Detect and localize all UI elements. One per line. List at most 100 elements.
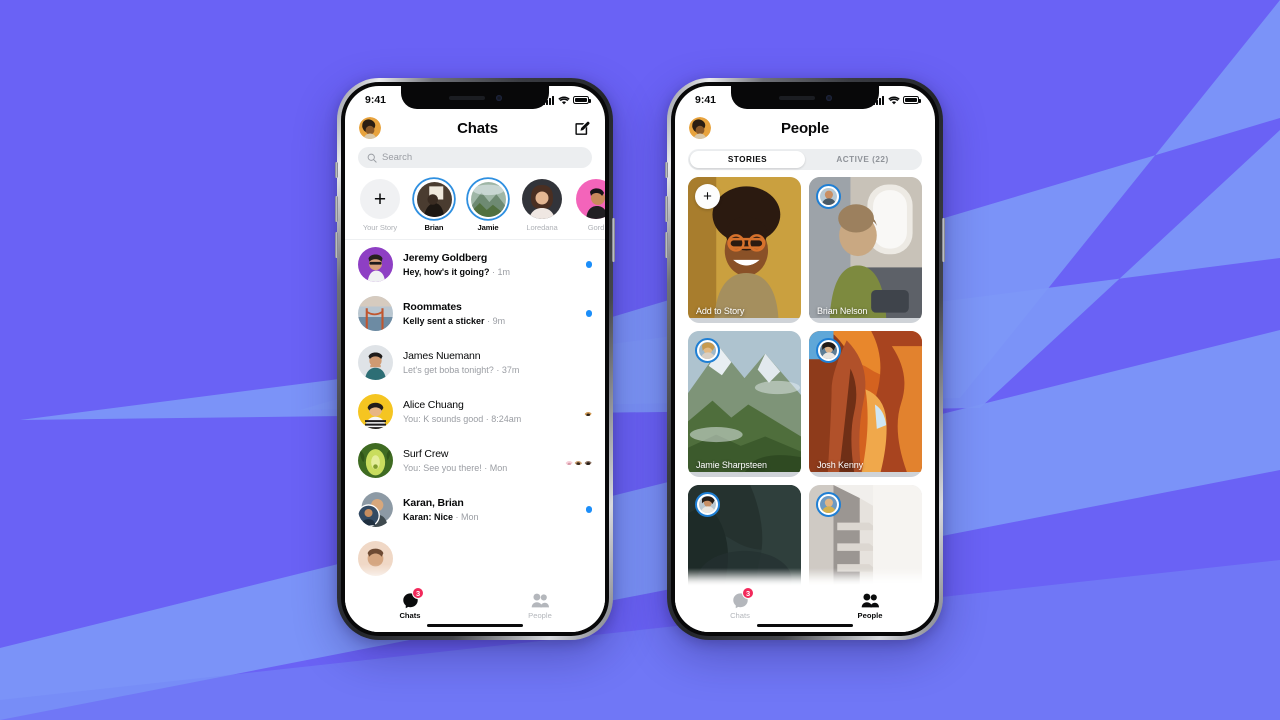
chat-row[interactable]: Roommates Kelly sent a sticker · 9m (345, 289, 605, 338)
tab-people[interactable]: People (475, 592, 605, 620)
battery-full-icon (573, 96, 591, 104)
add-story-plus-icon[interactable]: + (360, 179, 400, 219)
home-indicator[interactable] (427, 623, 523, 627)
card-label: Add to Story (696, 306, 745, 316)
chat-snippet: Let's get boba tonight? · 37m (403, 364, 520, 375)
search-icon (367, 153, 377, 163)
story-item-your-story[interactable]: + Your Story (358, 179, 402, 232)
people-icon (531, 593, 549, 608)
segmented-control[interactable]: STORIES ACTIVE (22) (688, 149, 922, 170)
chat-snippet: You: K sounds good · 8:24am (403, 413, 522, 424)
story-thumbnail (470, 181, 506, 217)
status-time: 9:41 (365, 94, 387, 106)
story-thumbnail (522, 179, 562, 219)
story-author-badge (695, 338, 720, 363)
story-card-jamie-sharpsteen[interactable]: Jamie Sharpsteen (688, 331, 801, 477)
chat-row[interactable]: Alice Chuang You: K sounds good · 8:24am (345, 387, 605, 436)
chat-name: Roommates (403, 301, 462, 314)
stories-row[interactable]: + Your Story Brian Jamie Loredana Gord (345, 177, 605, 631)
mute-switch[interactable] (665, 162, 668, 178)
chat-name (403, 545, 592, 559)
avatar (358, 394, 393, 429)
power-button[interactable] (612, 218, 615, 262)
story-author-badge (695, 492, 720, 517)
volume-down-button[interactable] (665, 232, 668, 258)
chat-time: 1m (497, 266, 511, 277)
power-button[interactable] (942, 218, 945, 262)
chat-row[interactable]: Karan, Brian Karan: Nice · Mon (345, 485, 605, 534)
chat-name: Alice Chuang (403, 399, 464, 412)
screen-people: 9:41 People STORIES ACTIVE (22) + Add to… (675, 86, 935, 632)
app-header-chats: Chats (345, 114, 605, 145)
segment-active[interactable]: ACTIVE (22) (805, 151, 920, 168)
add-story-plus-icon[interactable]: + (695, 184, 720, 209)
volume-down-button[interactable] (335, 232, 338, 258)
search-placeholder: Search (382, 152, 413, 163)
earpiece-speaker (778, 95, 815, 100)
volume-up-button[interactable] (335, 196, 338, 222)
status-time: 9:41 (695, 94, 717, 106)
chat-snippet-text: You: See you there! (403, 462, 482, 473)
unread-dot (585, 310, 592, 317)
tab-chats[interactable]: 3 Chats (675, 587, 805, 620)
chat-time: Mon (461, 511, 479, 522)
chat-name: Jeremy Goldberg (403, 252, 488, 265)
chat-row[interactable]: Jeremy Goldberg Hey, how's it going? · 1… (345, 240, 605, 289)
chat-time: 37m (501, 364, 520, 375)
chat-snippet (403, 560, 592, 572)
seen-receipt-avatar (583, 407, 593, 416)
stories-grid[interactable]: + Add to Story Brian Nelson Jamie Sharps… (675, 177, 935, 631)
avatar-group (358, 492, 393, 527)
story-thumbnail (576, 179, 605, 219)
unread-dot (585, 506, 592, 513)
tab-chats[interactable]: 3 Chats (345, 587, 475, 620)
volume-up-button[interactable] (665, 196, 668, 222)
story-item-brian[interactable]: Brian (412, 179, 456, 232)
mute-switch[interactable] (335, 162, 338, 178)
compose-icon[interactable] (574, 120, 591, 137)
story-card-brian-nelson[interactable]: Brian Nelson (809, 177, 922, 323)
story-label: Your Story (362, 223, 398, 232)
tab-label: Chats (399, 611, 421, 620)
chat-snippet-text: Hey, how's it going? (403, 266, 490, 277)
story-author-badge (816, 492, 841, 517)
chats-badge: 3 (412, 587, 425, 599)
avatar (358, 296, 393, 331)
profile-avatar[interactable] (689, 117, 711, 139)
story-label: Gord (587, 223, 605, 232)
chat-snippet-text: Karan: Nice (403, 511, 454, 522)
tab-label: People (857, 611, 883, 620)
chat-row[interactable]: Surf Crew You: See you there! · Mon (345, 436, 605, 485)
tab-label: Chats (730, 611, 750, 620)
wifi-icon (557, 95, 570, 104)
story-item-gord[interactable]: Gord (574, 179, 605, 232)
segment-stories[interactable]: STORIES (690, 151, 805, 168)
chats-badge: 3 (742, 587, 755, 599)
story-card-josh-kenny[interactable]: Josh Kenny (809, 331, 922, 477)
search-input[interactable]: Search (358, 147, 592, 168)
wifi-icon (887, 95, 900, 104)
chat-list[interactable]: Jeremy Goldberg Hey, how's it going? · 1… (345, 240, 605, 583)
story-card-add-to-story[interactable]: + Add to Story (688, 177, 801, 323)
avatar (358, 345, 393, 380)
chat-snippet-text: Kelly sent a sticker (403, 315, 485, 326)
phone-device-left: 9:41 Chats Search + Your Story Brian Jam… (335, 78, 615, 640)
tab-people[interactable]: People (805, 592, 935, 620)
avatar (358, 443, 393, 478)
profile-avatar[interactable] (359, 117, 381, 139)
chat-row-partial[interactable] (345, 534, 605, 583)
story-item-jamie[interactable]: Jamie (466, 179, 510, 232)
chat-row[interactable]: James Nuemann Let's get boba tonight? · … (345, 338, 605, 387)
chat-snippet: Kelly sent a sticker · 9m (403, 315, 506, 326)
chat-snippet: Karan: Nice · Mon (403, 511, 479, 522)
unread-dot (585, 261, 592, 268)
background (0, 0, 1280, 720)
chat-time: 8:24am (491, 413, 522, 424)
avatar (358, 247, 393, 282)
story-item-loredana[interactable]: Loredana (520, 179, 604, 631)
chat-time: Mon (489, 462, 508, 473)
earpiece-speaker (448, 95, 485, 100)
chat-name: Karan, Brian (403, 497, 464, 510)
screen-chats: 9:41 Chats Search + Your Story Brian Jam… (345, 86, 605, 632)
home-indicator[interactable] (757, 623, 853, 627)
